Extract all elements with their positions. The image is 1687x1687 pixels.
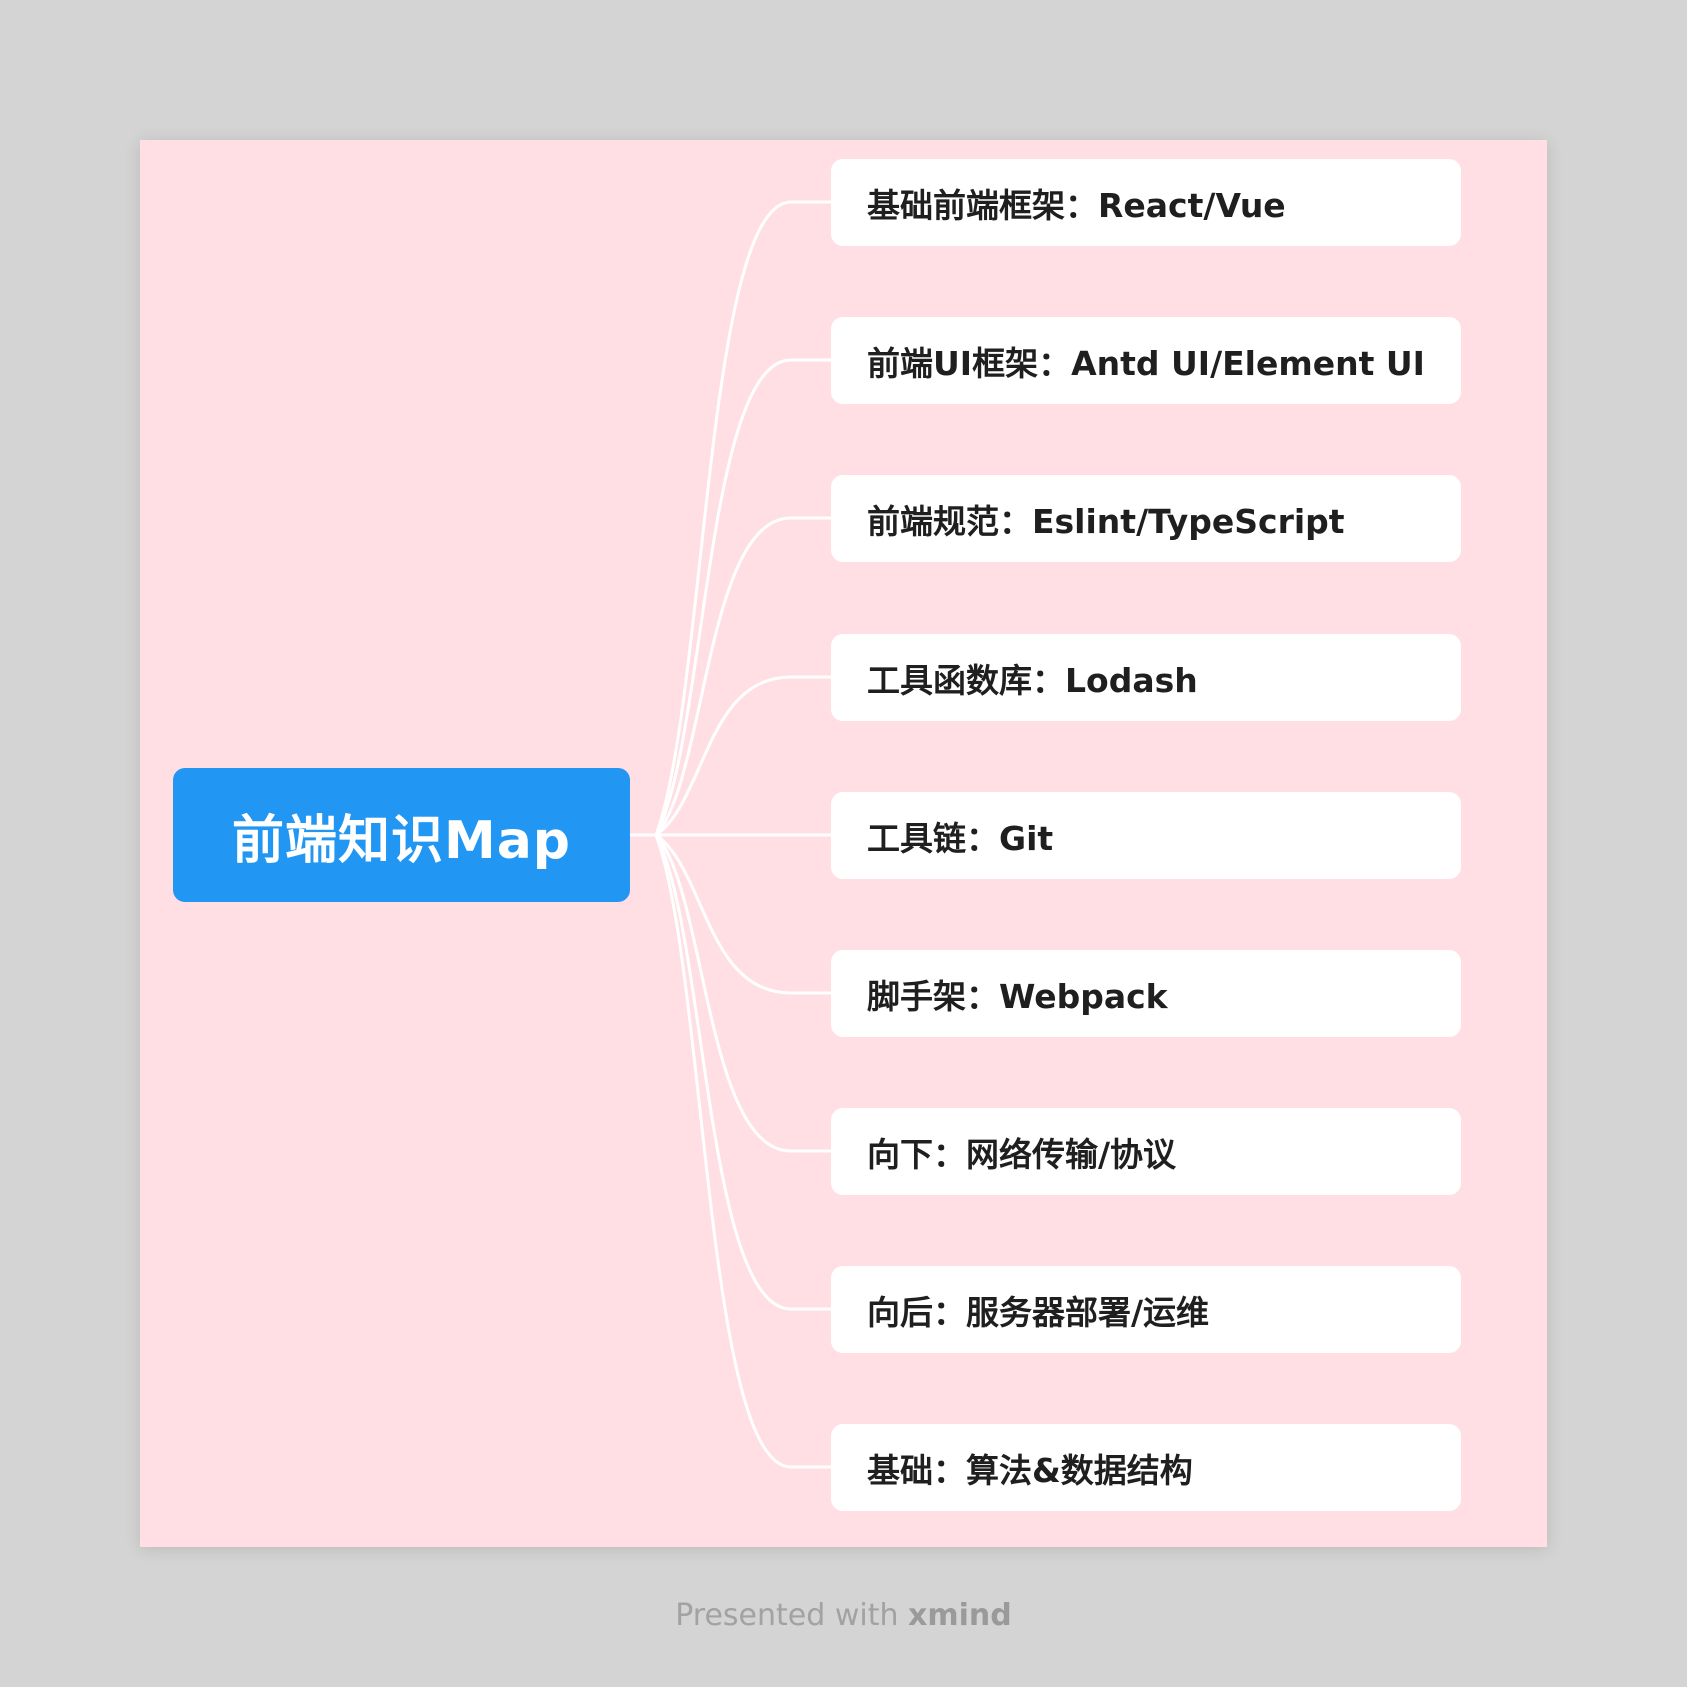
branch-topic-algorithms[interactable]: 基础：算法&数据结构 xyxy=(831,1424,1461,1511)
footer-prefix: Presented with xyxy=(675,1598,899,1633)
footer-credit: Presented with xmind xyxy=(0,1598,1687,1633)
connector-7 xyxy=(654,833,831,1153)
connector-1 xyxy=(654,200,831,836)
connector-2 xyxy=(654,358,831,836)
branch-topic-network[interactable]: 向下：网络传输/协议 xyxy=(831,1108,1461,1195)
branch-topic-backend-ops[interactable]: 向后：服务器部署/运维 xyxy=(831,1266,1461,1353)
root-topic[interactable]: 前端知识Map xyxy=(173,768,630,902)
branch-topic-ui-frameworks[interactable]: 前端UI框架：Antd UI/Element UI xyxy=(831,317,1461,404)
branch-topic-toolchain[interactable]: 工具链：Git xyxy=(831,792,1461,879)
mind-map-canvas: 前端知识Map 基础前端框架：React/Vue 前端UI框架：Antd UI/… xyxy=(140,140,1547,1547)
footer-brand: xmind xyxy=(908,1598,1012,1633)
connector-6 xyxy=(655,833,831,995)
branch-topic-scaffolding[interactable]: 脚手架：Webpack xyxy=(831,950,1461,1037)
branch-topic-standards[interactable]: 前端规范：Eslint/TypeScript xyxy=(831,475,1461,562)
connector-8 xyxy=(654,834,831,1311)
branch-topic-frameworks[interactable]: 基础前端框架：React/Vue xyxy=(831,159,1461,246)
branch-topic-utility-library[interactable]: 工具函数库：Lodash xyxy=(831,634,1461,721)
connector-4 xyxy=(655,675,831,837)
connector-3 xyxy=(654,516,831,837)
connector-9 xyxy=(654,834,831,1469)
